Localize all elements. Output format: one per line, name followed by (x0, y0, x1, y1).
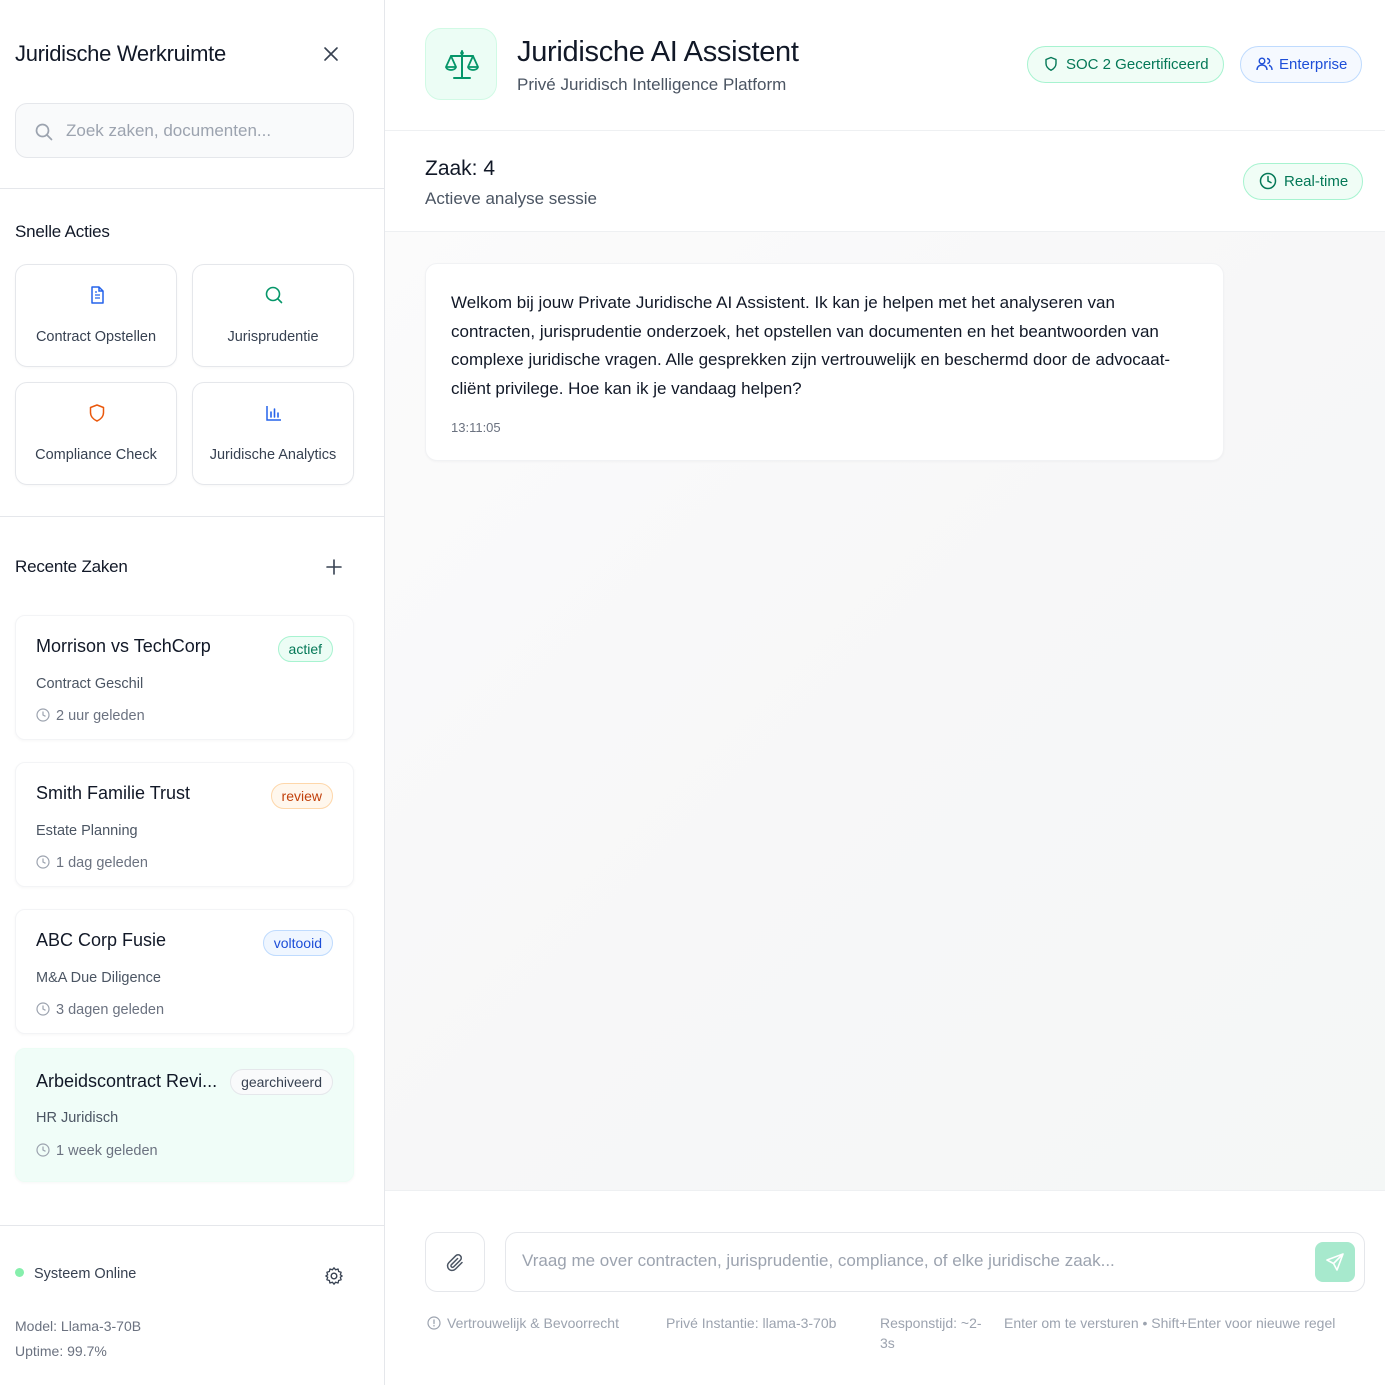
case-title: Zaak: 4 (425, 157, 496, 180)
status-badge: actief (277, 636, 333, 662)
footer-confidential-label: Vertrouwelijk & Bevoorrecht (447, 1315, 619, 1331)
close-icon[interactable] (321, 44, 341, 64)
case-type: Estate Planning (36, 823, 138, 839)
attach-button[interactable] (425, 1232, 485, 1292)
case-name: Arbeidscontract Revi... (36, 1071, 218, 1091)
sidebar-title: Juridische Werkruimte (15, 41, 226, 66)
system-status: Systeem Online (15, 1266, 136, 1282)
recent-cases-title: Recente Zaken (15, 557, 128, 576)
clock-icon (36, 855, 50, 869)
search-box (15, 103, 354, 158)
status-badge: voltooid (262, 930, 333, 956)
page-subtitle: Privé Juridisch Intelligence Platform (517, 75, 787, 94)
footer-confidential: Vertrouwelijk & Bevoorrecht (427, 1313, 637, 1333)
shield-icon (87, 403, 107, 423)
search-input[interactable] (66, 116, 341, 146)
case-time: 2 uur geleden (36, 708, 145, 724)
document-icon (87, 285, 107, 305)
main-panel: Juridische AI Assistent Privé Juridisch … (385, 0, 1385, 1385)
quick-actions-title: Snelle Acties (15, 222, 110, 241)
clock-icon (36, 708, 50, 722)
info-icon (427, 1316, 441, 1330)
divider (0, 516, 384, 517)
case-type: M&A Due Diligence (36, 970, 161, 986)
case-time: 1 week geleden (36, 1143, 158, 1159)
clock-icon (36, 1143, 50, 1157)
case-item-morrison[interactable]: Morrison vs TechCorp actief Contract Ges… (15, 615, 354, 740)
divider (0, 188, 384, 189)
realtime-badge: Real-time (1243, 163, 1364, 200)
users-icon (1256, 57, 1273, 71)
quick-action-label: Compliance Check (35, 447, 157, 463)
page-title: Juridische AI Assistent (517, 36, 799, 68)
assistant-message: Welkom bij jouw Private Juridische AI As… (425, 263, 1224, 461)
app-header: Juridische AI Assistent Privé Juridisch … (385, 0, 1385, 131)
model-info: Model: Llama-3-70B (15, 1318, 142, 1334)
soc2-label: SOC 2 Gecertificeerd (1066, 56, 1209, 73)
bar-chart-icon (264, 403, 284, 423)
quick-action-compliance[interactable]: Compliance Check (15, 382, 177, 485)
quick-action-contract[interactable]: Contract Opstellen (15, 264, 177, 367)
status-badge: review (270, 783, 333, 809)
quick-action-label: Contract Opstellen (35, 329, 157, 345)
case-item-abc[interactable]: ABC Corp Fusie voltooid M&A Due Diligenc… (15, 909, 354, 1034)
quick-action-analytics[interactable]: Juridische Analytics (192, 382, 354, 485)
sidebar-header: Juridische Werkruimte (15, 38, 355, 70)
scale-icon (445, 50, 479, 79)
system-status-label: Systeem Online (34, 1266, 137, 1282)
case-item-smith[interactable]: Smith Familie Trust review Estate Planni… (15, 762, 354, 887)
case-name: Morrison vs TechCorp (36, 636, 211, 656)
quick-action-label: Jurisprudentie (227, 329, 319, 345)
quick-action-label: Juridische Analytics (209, 447, 337, 463)
footer-keyboard-hint: Enter om te versturen • Shift+Enter voor… (1004, 1315, 1336, 1331)
case-time-label: 1 dag geleden (56, 855, 148, 871)
uptime-info: Uptime: 99.7% (15, 1343, 107, 1359)
enterprise-badge: Enterprise (1240, 46, 1363, 83)
status-badge: gearchiveerd (230, 1069, 333, 1095)
search-icon (264, 285, 284, 305)
send-button[interactable] (1315, 1242, 1355, 1282)
search-icon (34, 122, 54, 142)
case-subtitle: Actieve analyse sessie (425, 189, 597, 208)
case-item-arbeidscontract[interactable]: Arbeidscontract Revi... gearchiveerd HR … (15, 1048, 354, 1182)
footer-response-time: Responstijd: ~2-3s (880, 1315, 982, 1351)
case-name: ABC Corp Fusie (36, 930, 167, 950)
case-time-label: 2 uur geleden (56, 708, 145, 724)
quick-action-jurisprudence[interactable]: Jurisprudentie (192, 264, 354, 367)
clock-icon (1259, 172, 1277, 190)
shield-icon (1045, 56, 1057, 71)
case-type: HR Juridisch (36, 1110, 119, 1126)
case-time: 1 dag geleden (36, 855, 148, 871)
clock-icon (36, 1002, 50, 1016)
message-timestamp: 13:11:05 (451, 420, 501, 435)
divider (0, 1225, 384, 1226)
case-name: Smith Familie Trust (36, 783, 191, 803)
sidebar: Juridische Werkruimte Snelle Acties Cont… (0, 0, 385, 1385)
message-text: Welkom bij jouw Private Juridische AI As… (451, 293, 1171, 398)
enterprise-label: Enterprise (1279, 56, 1348, 73)
send-icon (1326, 1253, 1344, 1271)
realtime-label: Real-time (1284, 173, 1349, 190)
status-dot (15, 1268, 24, 1277)
case-time: 3 dagen geleden (36, 1002, 164, 1018)
case-time-label: 1 week geleden (56, 1143, 158, 1159)
case-time-label: 3 dagen geleden (56, 1002, 165, 1018)
case-type: Contract Geschil (36, 676, 144, 692)
chat-input[interactable] (522, 1251, 1302, 1277)
soc2-badge: SOC 2 Gecertificeerd (1027, 46, 1224, 83)
footer-instance: Privé Instantie: llama-3-70b (666, 1315, 837, 1331)
plus-icon[interactable] (323, 556, 345, 578)
gear-icon[interactable] (324, 1266, 344, 1286)
composer: Vertrouwelijk & Bevoorrecht Privé Instan… (385, 1190, 1385, 1385)
paperclip-icon (446, 1253, 463, 1272)
logo (425, 28, 497, 100)
chat-input-box (505, 1232, 1365, 1292)
case-header: Zaak: 4 Actieve analyse sessie Real-time (385, 131, 1385, 232)
